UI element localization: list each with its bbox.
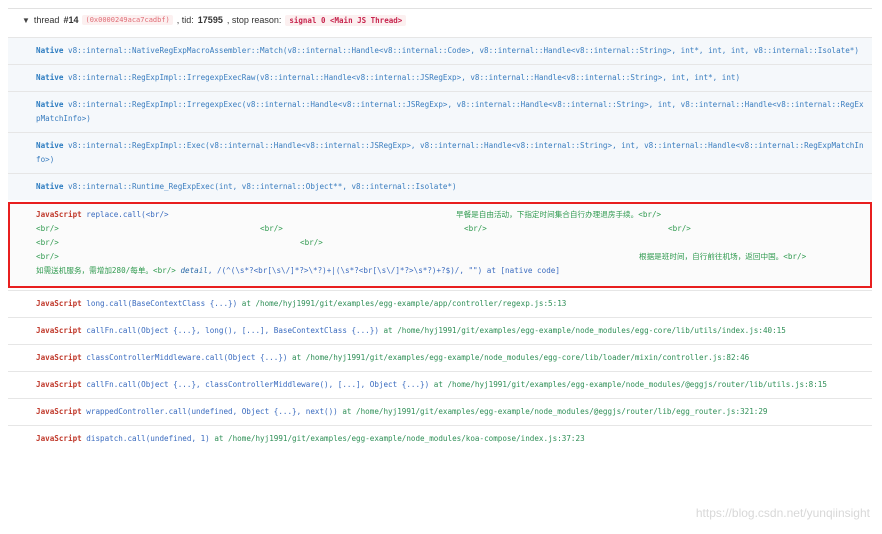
- frame-kind: Native: [36, 141, 64, 150]
- frame-call: classControllerMiddleware.call(Object {.…: [86, 353, 288, 362]
- frame-kind: JavaScript: [36, 434, 82, 443]
- br-tag: <br/>: [36, 224, 59, 233]
- thread-address: (0x0000249aca7cadbf): [82, 15, 173, 25]
- thread-number: #14: [63, 15, 79, 25]
- br-tag: <br/>: [300, 238, 323, 247]
- highlighted-replace-frame[interactable]: JavaScript replace.call(<br/> 早餐是自由活动，下指…: [8, 202, 872, 288]
- frame-call: wrappedController.call(undefined, Object…: [86, 407, 338, 416]
- br-tag: <br/>: [260, 224, 283, 233]
- frame-text: v8::internal::NativeRegExpMacroAssembler…: [68, 46, 859, 55]
- frame-call: long.call(BaseContextClass {...}): [86, 299, 238, 308]
- highlight-line: JavaScript replace.call(<br/> 早餐是自由活动，下指…: [36, 208, 864, 222]
- br-tag: <br/>: [668, 224, 691, 233]
- highlight-line4-right: 根据是班时间，自行前往机场，返回中国。<br/>: [639, 252, 807, 261]
- highlight-line1-left: JavaScript replace.call(<br/>: [36, 208, 169, 222]
- highlight-line: 如需送机服务，需增加280/每单。<br/> detail, /(^(\s*?<…: [36, 264, 864, 278]
- frame-kind: JavaScript: [36, 326, 82, 335]
- highlight-line: <br/> 根据是班时间，自行前往机场，返回中国。<br/>: [36, 250, 864, 264]
- stack-frame[interactable]: Native v8::internal::NativeRegExpMacroAs…: [8, 37, 872, 64]
- frame-call-rest: , /(^(\s*?<br[\s\/]*?>\*?)+|(\s*?<br[\s\…: [207, 266, 560, 275]
- frame-kind: JavaScript: [36, 380, 82, 389]
- frame-kind: JavaScript: [36, 407, 82, 416]
- frame-kind: JavaScript: [36, 210, 82, 219]
- highlight-line5: 如需送机服务，需增加280/每单。<br/> detail, /(^(\s*?<…: [36, 264, 560, 278]
- signal-badge: signal 0 <Main JS Thread>: [285, 14, 407, 26]
- frame-call: callFn.call(Object {...}, classControlle…: [86, 380, 430, 389]
- stack-frame[interactable]: Native v8::internal::Runtime_RegExpExec(…: [8, 173, 872, 200]
- tid-value: 17595: [197, 15, 223, 25]
- frame-fn: detail: [180, 266, 208, 275]
- frame-location[interactable]: at /home/hyj1991/git/examples/egg-exampl…: [434, 380, 827, 389]
- stack-frame[interactable]: JavaScript wrappedController.call(undefi…: [8, 398, 872, 425]
- br-tag: <br/>: [36, 238, 59, 247]
- caret-down-icon[interactable]: ▼: [22, 16, 30, 25]
- frame-text: v8::internal::RegExpImpl::IrregexpExec(v…: [36, 100, 864, 123]
- highlight-line: <br/> <br/> <br/> <br/>: [36, 222, 864, 236]
- stack-frames: Native v8::internal::NativeRegExpMacroAs…: [8, 37, 872, 452]
- br-tag: <br/>: [464, 224, 487, 233]
- br-tag: <br/>: [36, 252, 59, 261]
- frame-kind: JavaScript: [36, 353, 82, 362]
- frame-kind: Native: [36, 182, 64, 191]
- frame-location[interactable]: at /home/hyj1991/git/examples/egg-exampl…: [342, 407, 767, 416]
- frame-location[interactable]: at /home/hyj1991/git/examples/egg-exampl…: [383, 326, 785, 335]
- frame-text: v8::internal::RegExpImpl::IrregexpExecRa…: [68, 73, 741, 82]
- frame-kind: Native: [36, 46, 64, 55]
- highlight-line: <br/> <br/>: [36, 236, 864, 250]
- stack-frame[interactable]: JavaScript long.call(BaseContextClass {.…: [8, 290, 872, 317]
- frame-location[interactable]: at /home/hyj1991/git/examples/egg-exampl…: [214, 434, 584, 443]
- frame-call: callFn.call(Object {...}, long(), [...],…: [86, 326, 379, 335]
- stack-frame[interactable]: Native v8::internal::RegExpImpl::Exec(v8…: [8, 132, 872, 173]
- frame-text: v8::internal::RegExpImpl::Exec(v8::inter…: [36, 141, 864, 164]
- frame-call: replace.call(<br/>: [86, 210, 169, 219]
- stack-frame[interactable]: JavaScript classControllerMiddleware.cal…: [8, 344, 872, 371]
- frame-call: dispatch.call(undefined, 1): [86, 434, 210, 443]
- highlight-line5-text: 如需送机服务，需增加280/每单。<br/>: [36, 266, 176, 275]
- frame-kind: Native: [36, 100, 64, 109]
- stack-frame[interactable]: JavaScript dispatch.call(undefined, 1) a…: [8, 425, 872, 452]
- frame-kind: Native: [36, 73, 64, 82]
- watermark: https://blog.csdn.net/yunqiinsight: [695, 506, 870, 520]
- frame-location[interactable]: at /home/hyj1991/git/examples/egg-exampl…: [292, 353, 749, 362]
- thread-panel: ▼ thread #14 (0x0000249aca7cadbf) , tid:…: [8, 8, 872, 531]
- frame-text: v8::internal::Runtime_RegExpExec(int, v8…: [68, 182, 457, 191]
- thread-header[interactable]: ▼ thread #14 (0x0000249aca7cadbf) , tid:…: [8, 9, 872, 31]
- reason-label: , stop reason:: [226, 15, 282, 25]
- stack-frame[interactable]: Native v8::internal::RegExpImpl::Irregex…: [8, 64, 872, 91]
- stack-frame[interactable]: Native v8::internal::RegExpImpl::Irregex…: [8, 91, 872, 132]
- highlight-line1-right: 早餐是自由活动，下指定时间集合自行办理退房手续。<br/>: [456, 210, 662, 219]
- tid-label: , tid:: [176, 15, 194, 25]
- frame-location[interactable]: at /home/hyj1991/git/examples/egg-exampl…: [242, 299, 567, 308]
- thread-prefix: thread: [33, 15, 60, 25]
- frame-kind: JavaScript: [36, 299, 82, 308]
- stack-frame[interactable]: JavaScript callFn.call(Object {...}, lon…: [8, 317, 872, 344]
- stack-frame[interactable]: JavaScript callFn.call(Object {...}, cla…: [8, 371, 872, 398]
